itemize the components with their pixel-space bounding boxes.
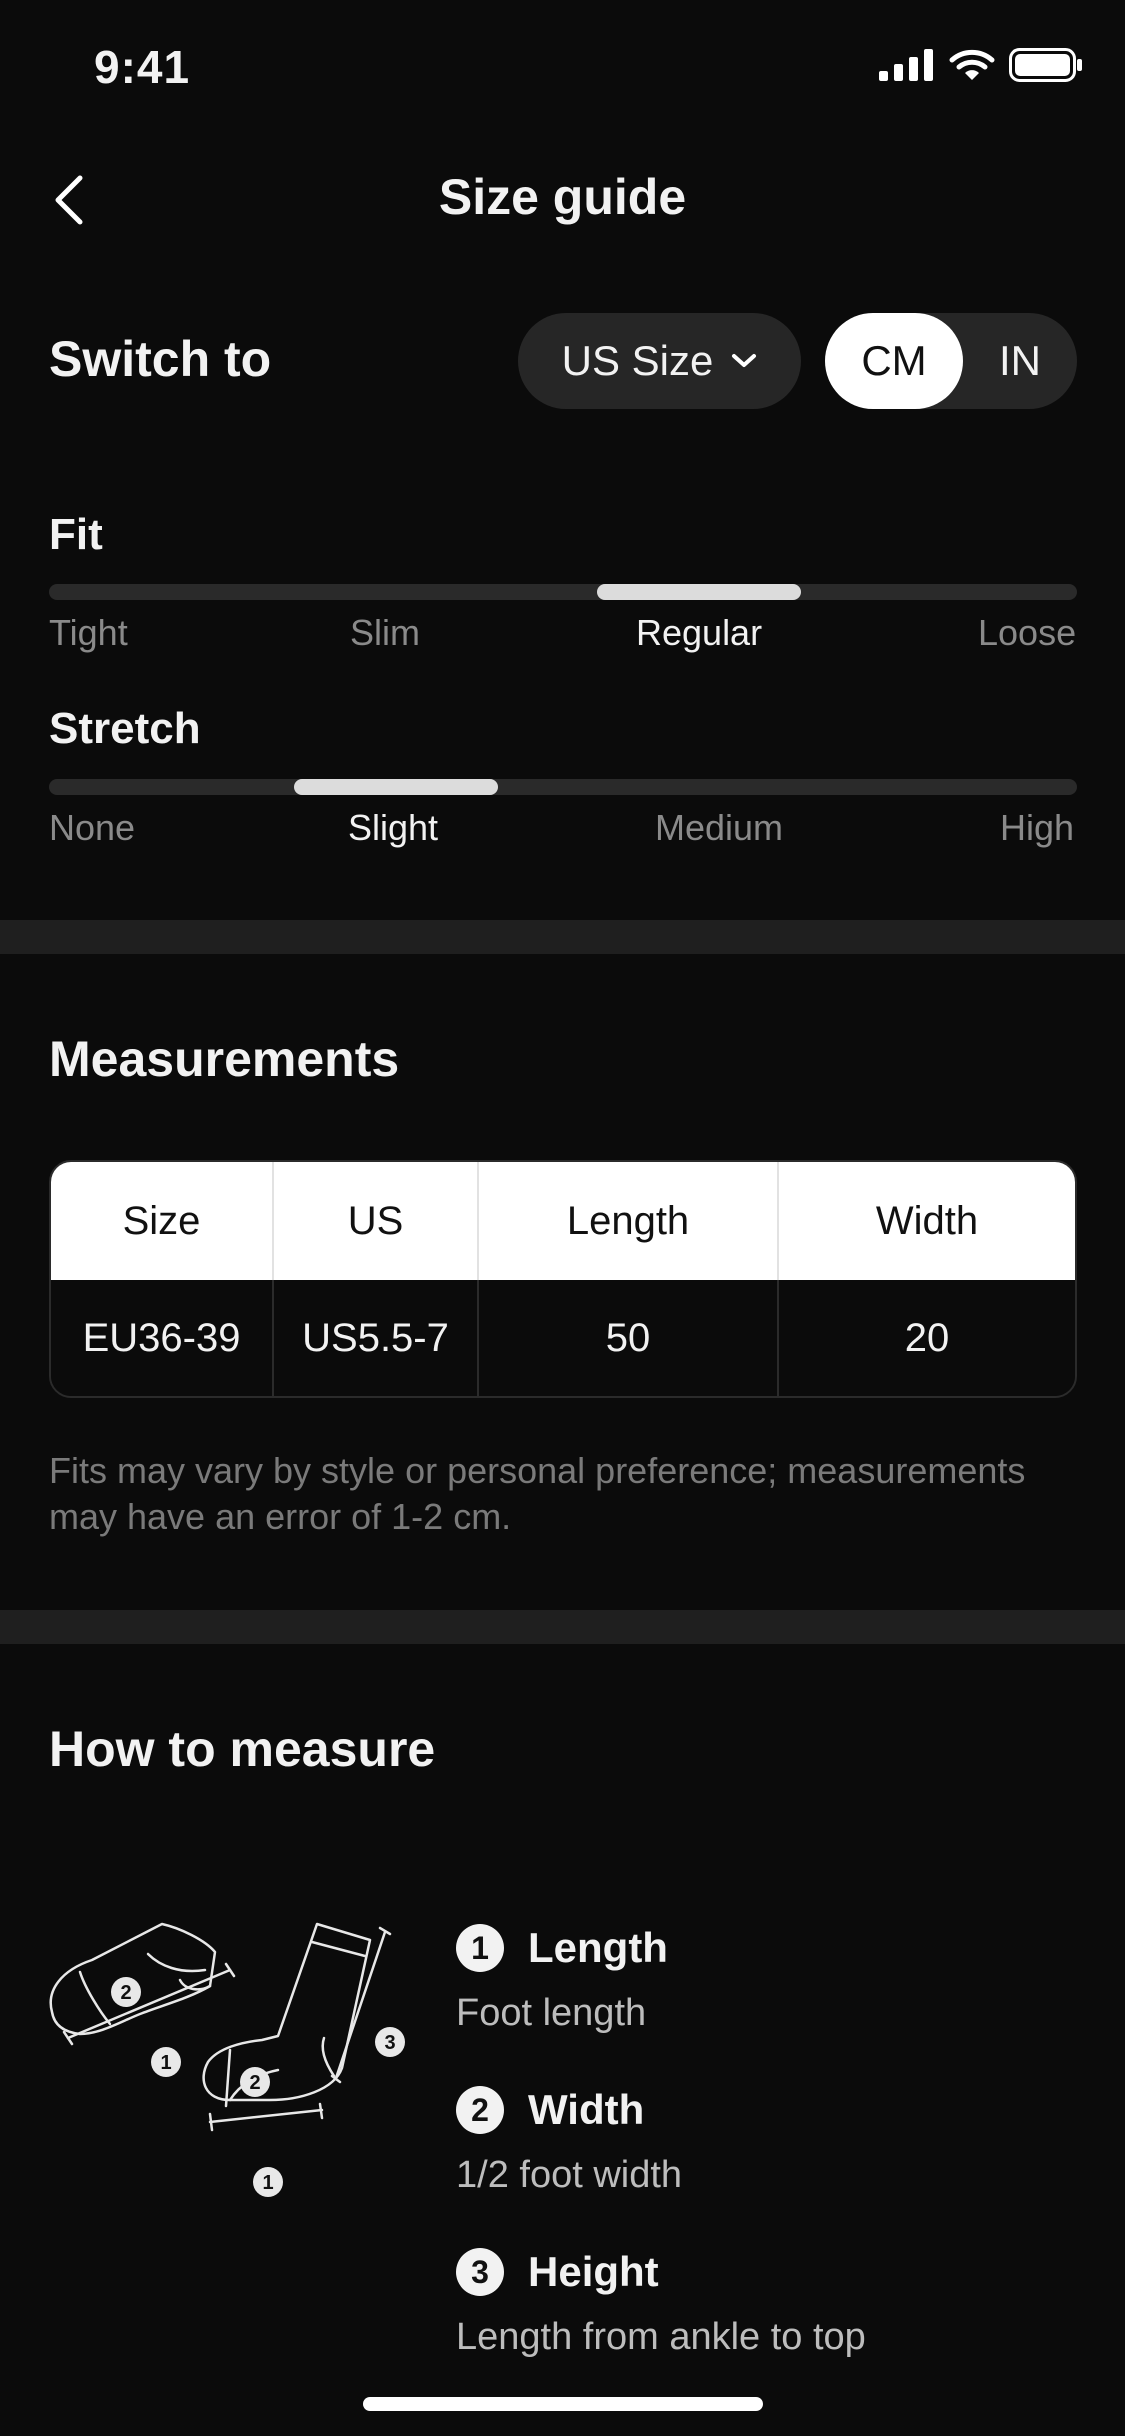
wifi-icon xyxy=(949,49,995,80)
step-description: 1/2 foot width xyxy=(456,2154,683,2196)
how-to-measure-title: How to measure xyxy=(49,1721,436,1777)
stretch-option-slight: Slight xyxy=(348,807,439,848)
illustration-label: 2 xyxy=(120,1982,131,2004)
fit-title: Fit xyxy=(49,510,103,559)
table-row: EU36-39 US5.5-7 50 20 xyxy=(51,1280,1075,1396)
home-indicator[interactable] xyxy=(363,2397,763,2411)
fit-option-regular: Regular xyxy=(636,612,763,653)
step-title: Width xyxy=(528,2086,645,2133)
stretch-option-none: None xyxy=(49,807,136,848)
fit-option-slim: Slim xyxy=(350,612,420,653)
size-system-value: US Size xyxy=(561,337,714,384)
table-header-cell: Length xyxy=(479,1162,779,1280)
stretch-title: Stretch xyxy=(49,704,201,753)
stretch-scale-indicator xyxy=(294,779,498,795)
section-divider xyxy=(0,1610,1125,1644)
status-time: 9:41 xyxy=(94,41,191,93)
switch-label: Switch to xyxy=(49,331,272,387)
stretch-option-medium: Medium xyxy=(655,807,784,848)
sock-measure-illustration: 2 1 2 3 1 xyxy=(49,1922,405,2197)
status-icons xyxy=(879,48,1083,82)
step-description: Length from ankle to top xyxy=(456,2316,866,2358)
step-title: Length xyxy=(528,1924,668,1971)
fit-scale-track[interactable] xyxy=(49,584,1077,600)
table-cell: US5.5-7 xyxy=(274,1280,479,1396)
measurements-table: Size US Length Width EU36-39 US5.5-7 50 … xyxy=(49,1160,1077,1398)
size-system-dropdown[interactable]: US Size xyxy=(518,313,801,409)
table-cell: EU36-39 xyxy=(51,1280,274,1396)
unit-in-option[interactable]: IN xyxy=(963,313,1077,409)
step-length: 1 Length Foot length xyxy=(456,1924,668,2035)
step-number: 1 xyxy=(456,1924,504,1972)
page-title: Size guide xyxy=(438,169,687,225)
fit-scale-indicator xyxy=(597,584,801,600)
illustration-label: 1 xyxy=(262,2172,273,2194)
unit-toggle[interactable]: CM IN xyxy=(825,313,1077,409)
table-header-cell: Size xyxy=(51,1162,274,1280)
illustration-label: 3 xyxy=(384,2032,395,2054)
unit-cm-option[interactable]: CM xyxy=(825,313,963,409)
signal-icon xyxy=(879,49,933,81)
step-title: Height xyxy=(528,2248,659,2295)
measurements-title: Measurements xyxy=(49,1031,400,1087)
step-height: 3 Height Length from ankle to top xyxy=(456,2248,866,2359)
step-width: 2 Width 1/2 foot width xyxy=(456,2086,682,2197)
table-cell: 50 xyxy=(479,1280,779,1396)
fit-option-tight: Tight xyxy=(49,612,128,653)
table-cell: 20 xyxy=(904,1315,950,1360)
illustration-label: 2 xyxy=(249,2072,260,2094)
stretch-option-high: High xyxy=(1000,807,1075,848)
table-header-cell: US xyxy=(274,1162,479,1280)
table-header-cell: Width xyxy=(875,1198,979,1243)
chevron-down-icon xyxy=(732,354,757,367)
illustration-label: 1 xyxy=(160,2052,171,2074)
measurement-note: Fits may vary by style or personal prefe… xyxy=(49,1450,1026,1537)
fit-option-loose: Loose xyxy=(978,612,1077,653)
battery-icon xyxy=(1009,48,1082,82)
step-number: 2 xyxy=(456,2086,504,2134)
step-description: Foot length xyxy=(456,1992,647,2034)
section-divider xyxy=(0,920,1125,954)
stretch-scale-track[interactable] xyxy=(49,779,1077,795)
step-number: 3 xyxy=(456,2248,504,2296)
table-header-row: Size US Length Width xyxy=(51,1162,1075,1280)
